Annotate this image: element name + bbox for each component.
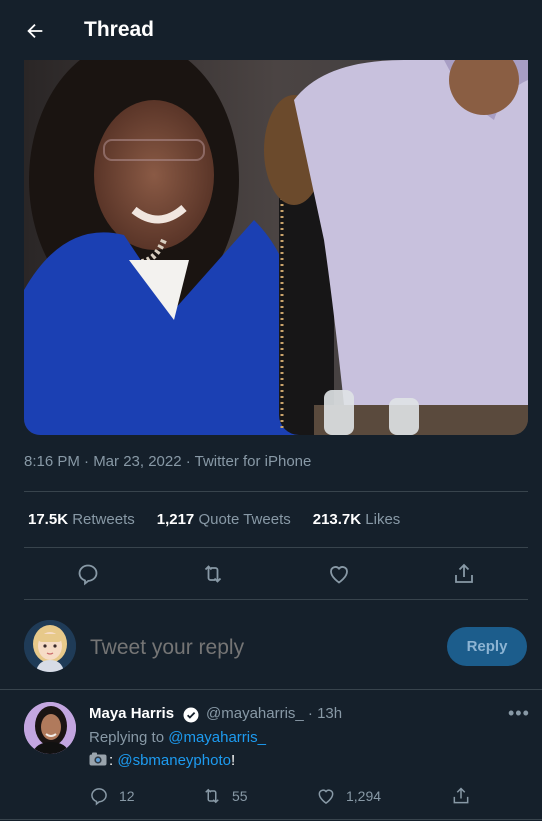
top-bar: Thread bbox=[0, 0, 542, 60]
retweet-count: 55 bbox=[232, 788, 248, 804]
reply-button[interactable]: Reply bbox=[447, 627, 527, 666]
tweet-image[interactable] bbox=[24, 60, 528, 435]
retweet-icon bbox=[205, 788, 219, 804]
photographer-link[interactable]: @sbmaneyphoto bbox=[117, 752, 231, 769]
tweet-photo-illustration bbox=[24, 60, 528, 435]
replying-to-link[interactable]: @mayaharris_ bbox=[168, 729, 266, 746]
likes-label: Likes bbox=[365, 511, 401, 528]
reply-text-suffix: ! bbox=[230, 752, 236, 769]
like-count: 1,294 bbox=[346, 788, 382, 804]
share-icon[interactable] bbox=[452, 562, 476, 586]
replying-to-line: Replying to @mayaharris_ bbox=[89, 729, 266, 746]
quote-tweets-stat[interactable]: 1,217 Quote Tweets bbox=[157, 511, 291, 528]
camera-icon bbox=[89, 752, 109, 769]
reply-count: 12 bbox=[119, 788, 135, 804]
avatar-photo bbox=[24, 702, 76, 754]
reply-author-handle[interactable]: @mayaharris_ · 13h bbox=[206, 705, 342, 722]
divider bbox=[0, 819, 542, 820]
retweets-stat[interactable]: 17.5K Retweets bbox=[28, 511, 135, 528]
reply-tweet-text: : @sbmaneyphoto! bbox=[89, 752, 235, 769]
reply-tweet-retweet-action[interactable]: 55 bbox=[202, 785, 248, 807]
retweet-icon[interactable] bbox=[201, 562, 225, 586]
replying-prefix: Replying to bbox=[89, 729, 169, 746]
tweet-action-bar bbox=[24, 560, 528, 590]
like-icon[interactable] bbox=[327, 562, 351, 586]
reply-input[interactable] bbox=[90, 636, 420, 660]
arrow-left-icon[interactable] bbox=[24, 20, 46, 42]
reply-tweet-like-action[interactable]: 1,294 bbox=[316, 785, 381, 807]
retweets-count: 17.5K bbox=[28, 511, 69, 528]
quotes-label: Quote Tweets bbox=[198, 511, 291, 528]
reply-icon bbox=[91, 788, 107, 806]
likes-stat[interactable]: 213.7K Likes bbox=[313, 511, 401, 528]
likes-count: 213.7K bbox=[312, 511, 362, 528]
divider bbox=[24, 547, 528, 548]
page-title: Thread bbox=[84, 18, 155, 41]
share-icon bbox=[453, 787, 469, 804]
like-icon bbox=[318, 789, 334, 804]
reply-tweet-reply-action[interactable]: 12 bbox=[89, 785, 135, 807]
reply-author-avatar[interactable] bbox=[24, 702, 76, 754]
divider bbox=[24, 491, 528, 492]
more-options-icon[interactable]: ••• bbox=[508, 703, 530, 724]
tweet-stats: 17.5K Retweets 1,217 Quote Tweets 213.7K… bbox=[28, 511, 422, 528]
divider bbox=[24, 599, 528, 600]
divider bbox=[0, 689, 542, 690]
reply-tweet-share-action[interactable] bbox=[451, 785, 481, 807]
retweets-label: Retweets bbox=[72, 511, 135, 528]
user-avatar[interactable] bbox=[24, 620, 76, 672]
tweet-timestamp[interactable]: 8:16 PM · Mar 23, 2022 · Twitter for iPh… bbox=[24, 453, 311, 470]
verified-badge-icon bbox=[183, 707, 199, 723]
reply-author-name[interactable]: Maya Harris bbox=[89, 705, 174, 722]
avatar-illustration bbox=[24, 620, 76, 672]
reply-icon[interactable] bbox=[76, 562, 100, 586]
quotes-count: 1,217 bbox=[156, 511, 195, 528]
